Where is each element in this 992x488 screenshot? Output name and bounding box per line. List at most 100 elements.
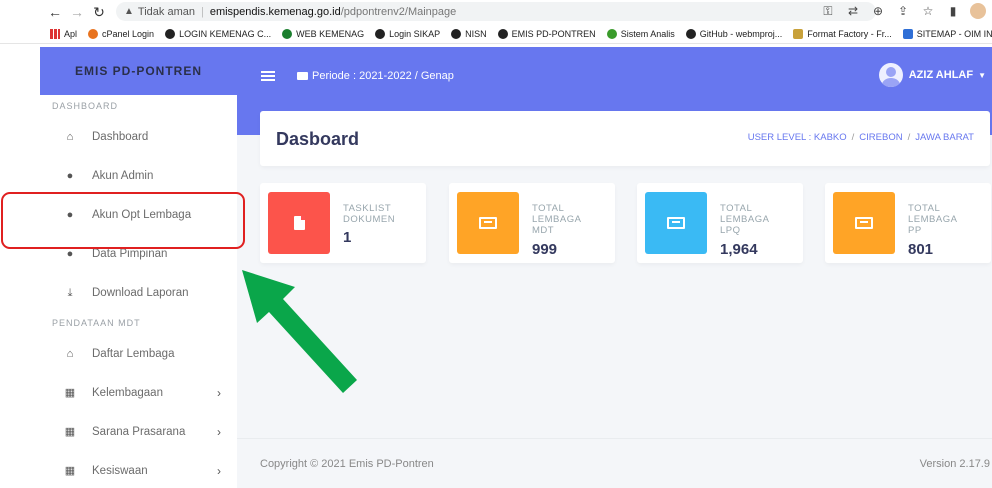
stat-value: 1 bbox=[343, 229, 352, 246]
breadcrumb-item[interactable]: JAWA BARAT bbox=[915, 132, 974, 143]
sidebar-item-kesiswaan[interactable]: ▦ Kesiswaan › bbox=[40, 451, 237, 488]
url-path: /pdpontrenv2/Mainpage bbox=[340, 5, 457, 18]
sidebar-item-label: Kesiswaan bbox=[92, 464, 148, 477]
back-arrow-icon[interactable]: ← bbox=[44, 1, 66, 23]
forward-arrow-icon[interactable]: → bbox=[66, 1, 88, 23]
stat-icon-box bbox=[833, 192, 895, 254]
bookmark-label: LOGIN KEMENAG C... bbox=[179, 28, 272, 39]
version-text: Version 2.17.9 bbox=[919, 458, 990, 470]
browser-toolbar: ← → ↻ ▲ Tidak aman | emispendis.kemenag.… bbox=[0, 0, 992, 24]
sidebar-item-label: Data Pimpinan bbox=[92, 247, 168, 260]
breadcrumb-item[interactable]: USER LEVEL : KABKO bbox=[748, 132, 847, 143]
highlight-box bbox=[1, 192, 245, 249]
download-icon: ⤓ bbox=[67, 286, 73, 299]
stat-icon-box bbox=[645, 192, 707, 254]
globe-icon bbox=[451, 28, 462, 39]
stat-icon-box bbox=[457, 192, 519, 254]
sidebar-item-sarana-prasarana[interactable]: ▦ Sarana Prasarana › bbox=[40, 412, 237, 451]
top-navbar: Periode : 2021-2022 / Genap AZIZ AHLAF ▼ bbox=[237, 47, 992, 105]
periode-text: Periode : 2021-2022 / Genap bbox=[312, 70, 454, 82]
stat-label: TASKLIST DOKUMEN bbox=[343, 203, 396, 225]
stat-card-pp[interactable]: TOTAL LEMBAGA PP 801 bbox=[825, 183, 991, 263]
copyright-text: Copyright © 2021 Emis PD-Pontren bbox=[260, 458, 434, 470]
profile-avatar[interactable] bbox=[970, 3, 986, 19]
sidebar-item-dashboard[interactable]: ⌂ Dashboard bbox=[40, 117, 237, 156]
table-icon: ▦ bbox=[64, 464, 76, 477]
stat-card-tasklist[interactable]: TASKLIST DOKUMEN 1 bbox=[260, 183, 426, 263]
github-icon bbox=[685, 28, 696, 39]
sidepanel-icon[interactable]: ▮ bbox=[945, 4, 961, 18]
star-icon[interactable]: ☆ bbox=[920, 4, 936, 18]
home-icon: ⌂ bbox=[66, 130, 74, 143]
sidebar-item-daftar-lembaga[interactable]: ⌂ Daftar Lembaga bbox=[40, 334, 237, 373]
url-separator: | bbox=[200, 5, 204, 18]
bookmark-apps[interactable]: Apl bbox=[50, 28, 78, 39]
sidebar-item-label: Akun Admin bbox=[92, 169, 154, 182]
bookmark-label: SITEMAP - OIM INFO bbox=[916, 28, 992, 39]
stat-value: 999 bbox=[532, 241, 558, 258]
zoom-icon[interactable]: ⊕ bbox=[870, 4, 886, 18]
bookmark-label: NISN bbox=[465, 28, 487, 39]
translate-icon[interactable]: ⇄ bbox=[845, 4, 861, 18]
page-title: Dasboard bbox=[276, 129, 360, 149]
menu-toggle-icon[interactable] bbox=[261, 69, 275, 83]
bookmark-web-kemenag[interactable]: WEB KEMENAG bbox=[282, 28, 364, 39]
stat-icon-box bbox=[268, 192, 330, 254]
bookmark-label: Apl bbox=[64, 28, 78, 39]
stat-label: TOTAL LEMBAGA PP bbox=[908, 203, 958, 236]
bookmark-format-factory[interactable]: Format Factory - Fr... bbox=[793, 28, 892, 39]
url-host: emispendis.kemenag.go.id bbox=[209, 5, 341, 18]
chevron-right-icon: › bbox=[217, 424, 221, 439]
reload-icon[interactable]: ↻ bbox=[88, 1, 110, 23]
brand-title[interactable]: EMIS PD-PONTREN bbox=[40, 47, 237, 95]
footer: Copyright © 2021 Emis PD-Pontren Version… bbox=[237, 438, 992, 488]
bookmark-sitemap[interactable]: SITEMAP - OIM INFO bbox=[902, 28, 992, 39]
section-pendataan: PENDATAAN MDT bbox=[52, 318, 141, 328]
user-menu[interactable]: AZIZ AHLAF ▼ bbox=[878, 63, 986, 87]
address-bar[interactable]: ▲ Tidak aman | emispendis.kemenag.go.id … bbox=[116, 2, 876, 21]
newspaper-icon bbox=[855, 217, 873, 229]
bookmark-label: Format Factory - Fr... bbox=[807, 28, 892, 39]
stat-label: TOTAL LEMBAGA LPQ bbox=[720, 203, 770, 236]
globe-icon bbox=[497, 28, 508, 39]
sidebar: EMIS PD-PONTREN DASHBOARD ⌂ Dashboard ● … bbox=[40, 47, 237, 488]
bookmark-cpanel[interactable]: cPanel Login bbox=[88, 28, 155, 39]
breadcrumb-separator: / bbox=[907, 132, 911, 143]
bookmark-login-kemenag[interactable]: LOGIN KEMENAG C... bbox=[165, 28, 272, 39]
kemenag-icon bbox=[282, 28, 293, 39]
share-icon[interactable]: ⇪ bbox=[895, 4, 911, 18]
breadcrumb-item[interactable]: CIREBON bbox=[859, 132, 902, 143]
globe-icon bbox=[375, 28, 386, 39]
newspaper-icon bbox=[479, 217, 497, 229]
stat-card-mdt[interactable]: TOTAL LEMBAGA MDT 999 bbox=[449, 183, 615, 263]
landmark-icon: ⌂ bbox=[66, 347, 74, 360]
user-avatar bbox=[878, 63, 903, 87]
bookmark-sistem-analis[interactable]: Sistem Analis bbox=[606, 28, 675, 39]
sidebar-item-kelembagaan[interactable]: ▦ Kelembagaan › bbox=[40, 373, 237, 412]
sidebar-item-akun-admin[interactable]: ● Akun Admin bbox=[40, 156, 237, 195]
stat-card-lpq[interactable]: TOTAL LEMBAGA LPQ 1,964 bbox=[637, 183, 803, 263]
green-arrow-annotation bbox=[242, 270, 357, 393]
key-icon[interactable]: ⚿ bbox=[820, 4, 836, 19]
bookmark-login-sikap[interactable]: Login SIKAP bbox=[375, 28, 440, 39]
sidebar-item-download-laporan[interactable]: ⤓ Download Laporan bbox=[40, 273, 237, 312]
sidebar-item-label: Sarana Prasarana bbox=[92, 425, 186, 438]
page-header-card: Dasboard USER LEVEL : KABKO / CIREBON / JAWA… bbox=[260, 111, 990, 166]
bookmarks-bar: Apl cPanel Login LOGIN KEMENAG C... WEB … bbox=[0, 24, 992, 44]
stat-value: 1,964 bbox=[720, 241, 758, 258]
bookmark-nisn[interactable]: NISN bbox=[451, 28, 487, 39]
globe-icon bbox=[165, 28, 176, 39]
sidebar-item-label: Kelembagaan bbox=[92, 386, 163, 399]
bookmark-emis[interactable]: EMIS PD-PONTREN bbox=[497, 28, 596, 39]
sitemap-icon bbox=[902, 28, 913, 39]
file-icon bbox=[293, 216, 305, 230]
bookmark-github[interactable]: GitHub - webmproj... bbox=[685, 28, 782, 39]
newspaper-icon bbox=[667, 217, 685, 229]
stat-value: 801 bbox=[908, 241, 934, 258]
periode-label: Periode : 2021-2022 / Genap bbox=[297, 70, 454, 82]
sidebar-item-label: Daftar Lembaga bbox=[92, 347, 175, 360]
user-tie-icon: ● bbox=[66, 169, 74, 182]
bookmark-label: cPanel Login bbox=[102, 28, 155, 39]
caret-down-icon: ▼ bbox=[978, 70, 986, 80]
breadcrumb-separator: / bbox=[851, 132, 855, 143]
